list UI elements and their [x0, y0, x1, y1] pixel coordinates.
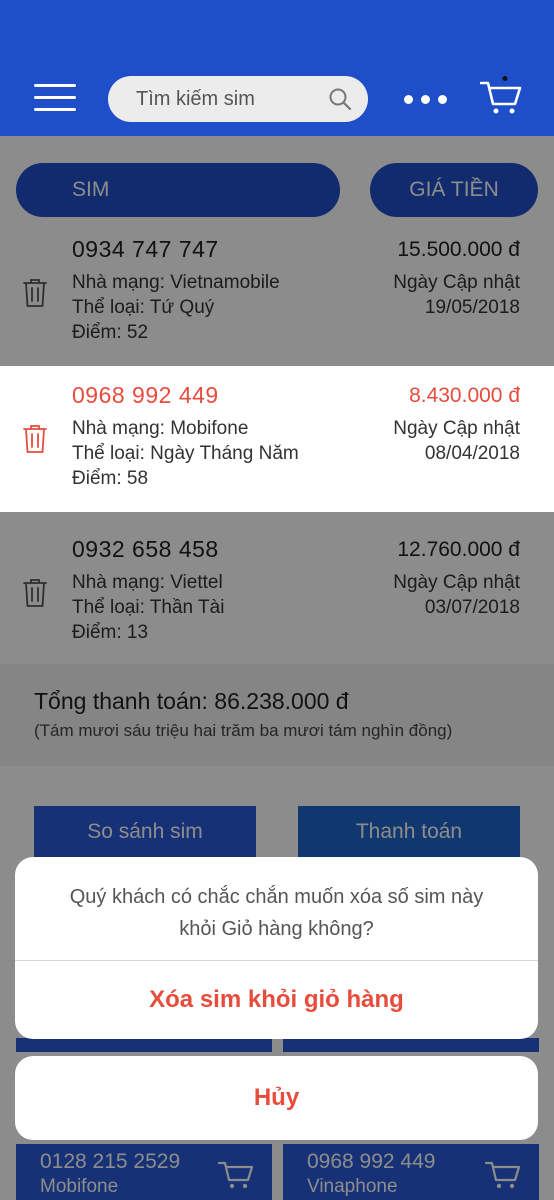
trash-icon[interactable]: [22, 424, 48, 454]
sim-carrier: Nhà mạng: Mobifone: [72, 418, 249, 439]
confirm-message-line2: khỏi Giỏ hàng không?: [179, 918, 374, 940]
search-placeholder: Tìm kiếm sim: [136, 88, 255, 110]
updated-label: Ngày Cập nhật: [393, 418, 520, 439]
sim-number: 0968 992 449: [72, 382, 219, 408]
sim-price: 8.430.000 đ: [409, 384, 520, 407]
delete-confirm-sheet: Quý khách có chắc chắn muốn xóa số sim n…: [15, 857, 538, 1039]
remove-from-cart-button[interactable]: Xóa sim khỏi giỏ hàng: [15, 961, 538, 1039]
selected-cart-item[interactable]: 0968 992 449 Nhà mạng: Mobifone Thể loại…: [0, 366, 554, 512]
confirm-message: Quý khách có chắc chắn muốn xóa số sim n…: [15, 881, 538, 945]
app-header: Tìm kiếm sim: [0, 0, 554, 136]
search-icon[interactable]: [328, 87, 352, 111]
cart-icon[interactable]: [480, 76, 522, 116]
menu-icon[interactable]: [34, 84, 76, 112]
sim-score: Điểm: 58: [72, 468, 149, 489]
sim-category: Thể loại: Ngày Tháng Năm: [72, 443, 299, 464]
confirm-message-line1: Quý khách có chắc chắn muốn xóa số sim n…: [69, 886, 484, 908]
updated-date: 08/04/2018: [424, 443, 520, 464]
cancel-button[interactable]: Hủy: [15, 1056, 538, 1140]
modal-backdrop[interactable]: [0, 136, 554, 1200]
more-options-icon[interactable]: [404, 95, 448, 105]
search-input[interactable]: Tìm kiếm sim: [108, 76, 368, 122]
